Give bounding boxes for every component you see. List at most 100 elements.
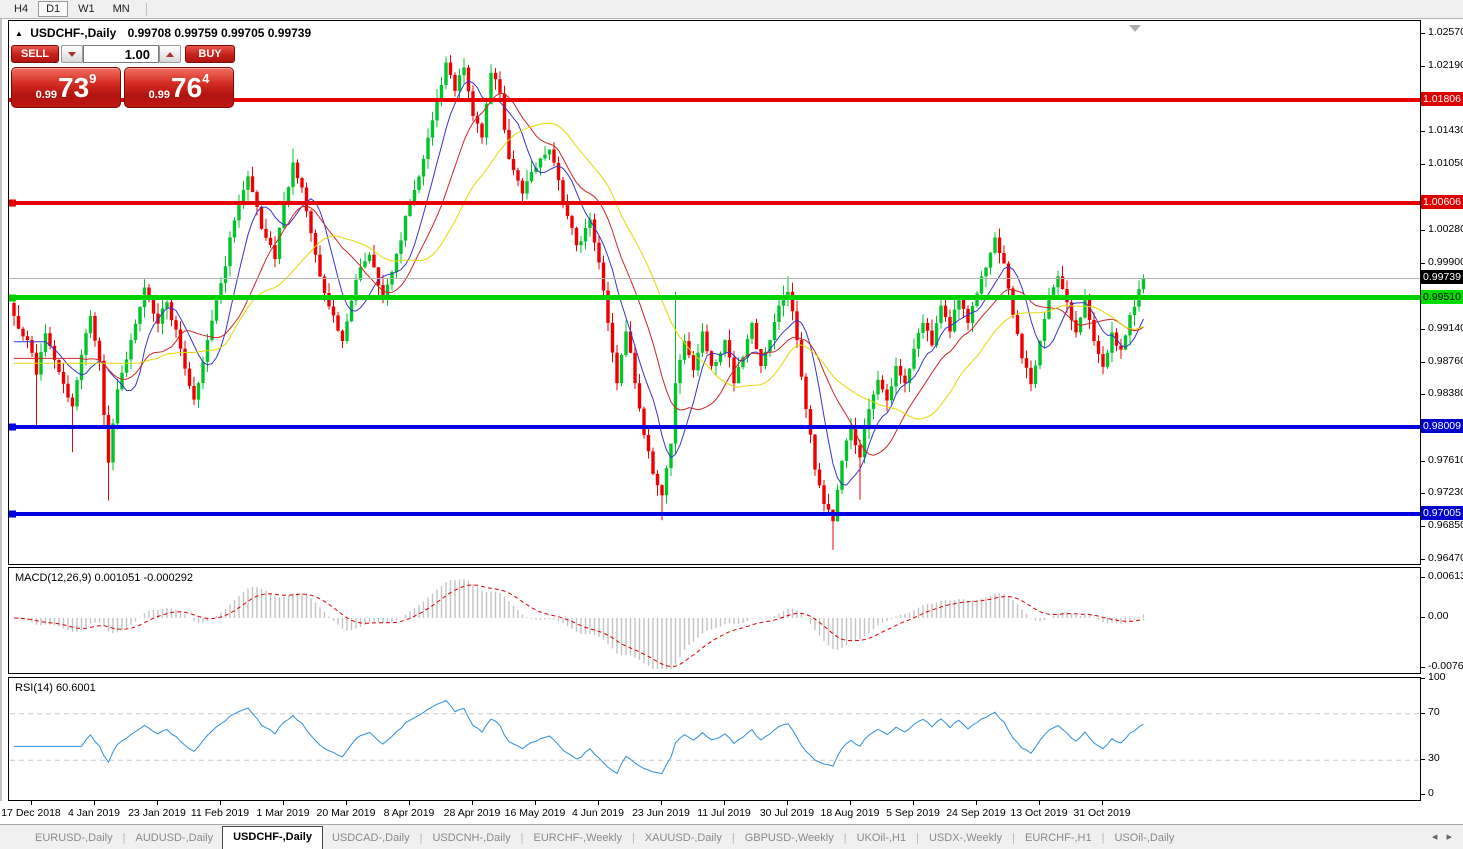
volume-input[interactable]: [83, 45, 159, 63]
pane-splitter-macd-rsi[interactable]: [8, 674, 1421, 676]
axis-tick-mark: [1421, 577, 1425, 578]
buy-price-tile[interactable]: 0.99 76 4: [124, 67, 234, 108]
buy-price-big: 76: [171, 71, 202, 105]
price-badge-0.97005: 0.97005: [1421, 506, 1463, 520]
collapse-arrow-icon[interactable]: ▲: [15, 29, 23, 38]
support-line-0.97005[interactable]: [9, 512, 1420, 516]
axis-tick-mark: [1421, 362, 1425, 363]
chart-tab-usoil-daily[interactable]: USOil-,Daily: [1105, 828, 1183, 849]
axis-tick-label: 70: [1428, 706, 1440, 718]
macd-label: MACD(12,26,9) 0.001051 -0.000292: [15, 572, 193, 584]
axis-tick-mark: [1421, 493, 1425, 494]
metatrader-terminal: H4D1W1MN ▲ USDCHF-,Daily 0.99708 0.99759…: [0, 0, 1463, 849]
axis-tick-label: 1.02570: [1428, 26, 1463, 38]
sell-button[interactable]: SELL: [11, 45, 59, 63]
price-badge-0.99739: 0.99739: [1421, 270, 1463, 284]
axis-tick-label: 1.02190: [1428, 59, 1463, 71]
chart-tab-gbpusd-weekly[interactable]: GBPUSD-,Weekly: [736, 828, 843, 849]
axis-tick-label: 1.01430: [1428, 124, 1463, 136]
chart-tab-usdcad-daily[interactable]: USDCAD-,Daily: [323, 828, 419, 849]
line-handle[interactable]: [9, 294, 16, 301]
chart-tabs-bar: EURUSD-,Daily|AUDUSD-,DailyUSDCHF-,Daily…: [0, 824, 1463, 849]
timeframe-button-h4[interactable]: H4: [6, 1, 36, 17]
chart-tabs: EURUSD-,Daily|AUDUSD-,DailyUSDCHF-,Daily…: [26, 826, 1183, 849]
axis-tick-label: 0.99900: [1428, 256, 1463, 268]
chart-tab-usdchf-daily[interactable]: USDCHF-,Daily: [222, 826, 323, 849]
chart-tab-eurchf-h1[interactable]: EURCHF-,H1: [1016, 828, 1101, 849]
axis-tick-mark: [1421, 230, 1425, 231]
line-handle[interactable]: [9, 511, 16, 518]
sell-price-big: 73: [58, 71, 89, 105]
axis-tick-mark: [1421, 759, 1425, 760]
axis-tick-mark: [1421, 263, 1425, 264]
rsi-canvas: [9, 678, 1420, 800]
support-line-0.98009[interactable]: [9, 425, 1420, 429]
buy-price-pip: 4: [202, 71, 209, 86]
time-tick-mark: [787, 801, 788, 805]
time-tick-mark: [220, 801, 221, 805]
line-handle[interactable]: [9, 424, 16, 431]
line-handle[interactable]: [9, 200, 16, 207]
chart-tab-audusd-daily[interactable]: AUDUSD-,Daily: [126, 828, 222, 849]
current-price-line: [9, 278, 1420, 279]
sell-price-tile[interactable]: 0.99 73 9: [11, 67, 121, 108]
chart-tab-usdcnh-daily[interactable]: USDCNH-,Daily: [423, 828, 519, 849]
time-tick-mark: [409, 801, 410, 805]
chart-tab-eurchf-weekly[interactable]: EURCHF-,Weekly: [525, 828, 631, 849]
time-tick-mark: [724, 801, 725, 805]
sell-price-prefix: 0.99: [36, 89, 57, 101]
tabs-scroll-arrows: ◂ ▸: [1429, 830, 1455, 843]
symbol-title: USDCHF-,Daily: [30, 26, 116, 40]
buy-price-prefix: 0.99: [149, 89, 170, 101]
tabs-scroll-right-icon[interactable]: ▸: [1443, 831, 1455, 843]
axis-tick-label: 1.00280: [1428, 223, 1463, 235]
axis-tick-mark: [1421, 131, 1425, 132]
axis-tick-label: 100: [1428, 671, 1446, 683]
axis-tick-label: 0.98380: [1428, 387, 1463, 399]
price-pane: ▲ USDCHF-,Daily 0.99708 0.99759 0.99705 …: [8, 20, 1421, 565]
axis-tick-label: 0.96850: [1428, 519, 1463, 531]
macd-pane: MACD(12,26,9) 0.001051 -0.000292: [8, 567, 1421, 674]
timeframe-button-mn[interactable]: MN: [105, 1, 138, 17]
timeframe-buttons: H4D1W1MN: [6, 1, 140, 17]
time-tick-mark: [472, 801, 473, 805]
axis-tick-label: 0: [1428, 787, 1434, 799]
triangle-up-icon: [166, 52, 174, 57]
one-click-trading-panel: SELL BUY 0.99 73 9 0.99 76 4: [11, 45, 237, 108]
tabs-scroll-left-icon[interactable]: ◂: [1429, 831, 1441, 843]
price-axis: 1.02570 1.02190 1.01430 1.01050 1.00280 0.999…: [1421, 20, 1463, 824]
toolbar-separator: [146, 3, 147, 16]
time-axis: 17 Dec 20184 Jan 201923 Jan 201911 Feb 2…: [0, 801, 1421, 824]
axis-tick-label: 0.97230: [1428, 486, 1463, 498]
chart-tab-xauusd-daily[interactable]: XAUUSD-,Daily: [636, 828, 731, 849]
macd-canvas: [9, 568, 1420, 673]
timeframe-button-d1[interactable]: D1: [38, 1, 68, 17]
rsi-label: RSI(14) 60.6001: [15, 682, 96, 694]
axis-tick-mark: [1421, 164, 1425, 165]
axis-tick-mark: [1421, 394, 1425, 395]
support-line-0.99510[interactable]: [9, 295, 1420, 300]
axis-tick-label: 1.01050: [1428, 157, 1463, 169]
resistance-line-1.00606[interactable]: [9, 201, 1420, 205]
volume-decrease-button[interactable]: [61, 45, 83, 63]
axis-tick-label: 0.96470: [1428, 552, 1463, 564]
volume-increase-button[interactable]: [159, 45, 181, 63]
chart-tab-ukoil-h1[interactable]: UKOil-,H1: [848, 828, 916, 849]
triangle-down-icon: [68, 52, 76, 57]
timeframe-button-w1[interactable]: W1: [70, 1, 103, 17]
chart-tab-usdx-weekly[interactable]: USDX-,Weekly: [920, 828, 1011, 849]
trade-controls-row: SELL BUY: [11, 45, 237, 63]
chart-shift-marker-icon[interactable]: [1129, 25, 1141, 32]
buy-button[interactable]: BUY: [185, 45, 235, 63]
axis-tick-mark: [1421, 617, 1425, 618]
time-tick-mark: [1102, 801, 1103, 805]
time-tick-mark: [346, 801, 347, 805]
time-tick-mark: [535, 801, 536, 805]
chart-tab-eurusd-daily[interactable]: EURUSD-,Daily: [26, 828, 122, 849]
chart-title: ▲ USDCHF-,Daily 0.99708 0.99759 0.99705 …: [15, 26, 311, 40]
axis-tick-label: 0.98760: [1428, 355, 1463, 367]
time-tick-mark: [283, 801, 284, 805]
axis-tick-mark: [1421, 526, 1425, 527]
time-tick-label: 31 Oct 2019: [1060, 807, 1144, 819]
axis-tick-mark: [1421, 667, 1425, 668]
